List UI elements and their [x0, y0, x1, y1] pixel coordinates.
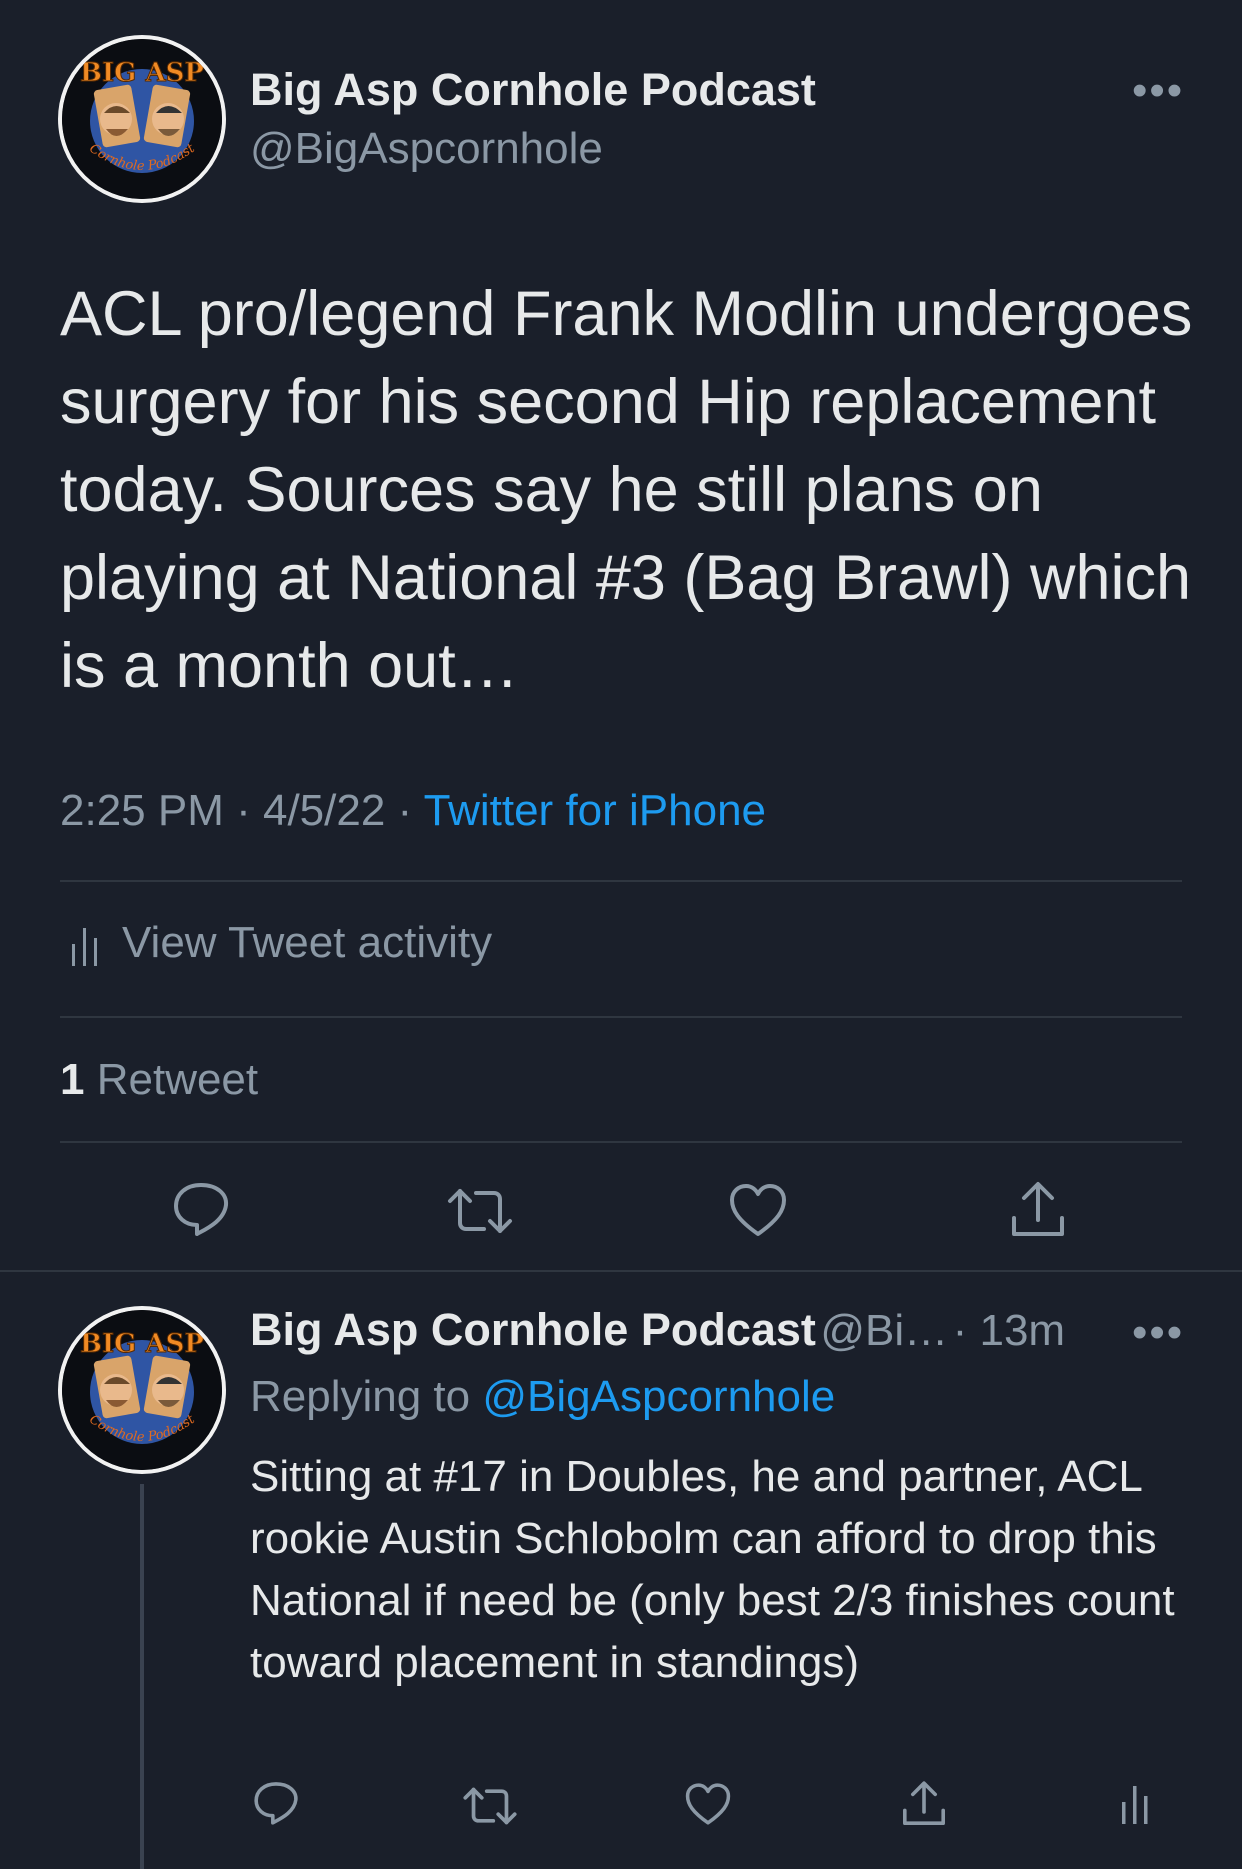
view-tweet-activity-link[interactable]: View Tweet activity — [122, 918, 492, 968]
tweet-meta: 2:25 PM · 4/5/22 · Twitter for iPhone — [60, 786, 766, 836]
retweet-count: 1 — [60, 1055, 85, 1104]
share-icon[interactable] — [1008, 1180, 1068, 1240]
reply-icon[interactable] — [172, 1181, 230, 1237]
divider — [60, 1141, 1182, 1143]
more-options-icon[interactable]: ••• — [1132, 66, 1184, 116]
bar-chart-icon[interactable] — [70, 924, 100, 968]
heart-icon[interactable] — [684, 1782, 732, 1826]
divider — [0, 1270, 1242, 1272]
divider — [60, 880, 1182, 882]
replying-to-label: Replying to — [250, 1372, 471, 1421]
meta-separator: · — [385, 786, 424, 835]
svg-text:BIG ASP: BIG ASP — [80, 1329, 204, 1359]
author-name[interactable]: Big Asp Cornhole Podcast — [250, 64, 816, 116]
tweet-date: 4/5/22 — [262, 786, 386, 835]
bar-chart-icon[interactable] — [1120, 1782, 1150, 1826]
reply-header: Big Asp Cornhole Podcast @Bi… · 13m — [250, 1304, 1065, 1356]
retweet-count-label: Retweet — [96, 1055, 259, 1104]
replying-to-handle-link[interactable]: @BigAspcornhole — [482, 1372, 835, 1421]
author-avatar[interactable]: BIG ASP Cornhole Podcast — [58, 35, 226, 203]
share-icon[interactable] — [900, 1780, 948, 1828]
reply-time-ago: · 13m — [952, 1306, 1066, 1355]
podcast-logo-image: BIG ASP Cornhole Podcast — [62, 39, 222, 199]
retweet-icon[interactable] — [446, 1187, 514, 1235]
reply-author-name[interactable]: Big Asp Cornhole Podcast — [250, 1304, 816, 1355]
retweet-icon[interactable] — [462, 1786, 518, 1826]
retweet-count-row[interactable]: 1 Retweet — [60, 1055, 258, 1105]
divider — [60, 1016, 1182, 1018]
replying-to-line: Replying to @BigAspcornhole — [250, 1372, 835, 1422]
meta-separator: · — [223, 786, 263, 835]
reply-more-options-icon[interactable]: ••• — [1132, 1308, 1184, 1358]
reply-tweet-text: Sitting at #17 in Doubles, he and partne… — [250, 1452, 1175, 1687]
reply-author-handle[interactable]: @Bi… — [820, 1306, 948, 1355]
reply-author-avatar[interactable]: BIG ASP Cornhole Podcast — [58, 1306, 226, 1474]
tweet-source-link[interactable]: Twitter for iPhone — [424, 786, 766, 835]
author-handle[interactable]: @BigAspcornhole — [250, 124, 603, 174]
tweet-text: ACL pro/legend Frank Modlin undergoes su… — [60, 279, 1193, 701]
reply-icon[interactable] — [253, 1780, 299, 1826]
podcast-logo-image: BIG ASP Cornhole Podcast — [62, 1310, 222, 1470]
tweet-time: 2:25 PM — [60, 786, 224, 835]
svg-text:BIG ASP: BIG ASP — [80, 58, 204, 88]
thread-connector-line — [140, 1484, 144, 1869]
heart-icon[interactable] — [728, 1182, 788, 1238]
